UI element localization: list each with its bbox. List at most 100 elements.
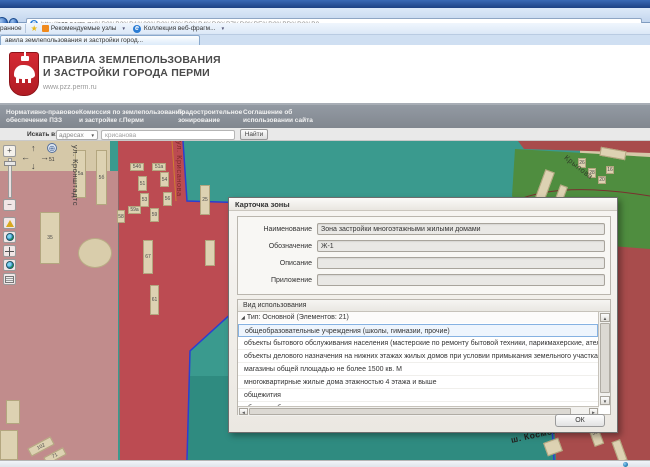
map-building: 16 (606, 166, 614, 174)
perm-coat-of-arms-icon (9, 52, 39, 96)
map-building: 54 (160, 172, 169, 187)
tool-measure-button[interactable] (3, 273, 16, 285)
site-title-line1: ПРАВИЛА ЗЕМЛЕПОЛЬЗОВАНИЯ (43, 54, 221, 67)
field-input-attachment[interactable] (317, 274, 605, 286)
nav-item-agreement[interactable]: Соглашение об использовании сайта (243, 109, 313, 125)
cone-icon (6, 220, 14, 227)
list-item[interactable]: магазины общей площадью не более 1500 кв… (238, 363, 598, 376)
tool-cone-button[interactable] (3, 217, 16, 229)
vertical-scroll-thumb[interactable] (600, 323, 610, 393)
map-search-bar: Искать в: адресах ▼ крисанова Найти (0, 128, 650, 141)
map-building: 61 (150, 285, 159, 315)
status-globe-icon (623, 462, 628, 467)
window-titlebar (0, 0, 650, 8)
zoom-in-button[interactable]: + (3, 145, 16, 157)
favorites-label[interactable]: ранное (0, 25, 22, 32)
field-input-designation[interactable]: Ж-1 (317, 240, 605, 252)
map-number-label: 51 (49, 157, 55, 163)
map-building: 58 (117, 210, 125, 223)
nav-item-normative[interactable]: Нормативно-правовое обеспечение ПЗЗ (6, 109, 79, 125)
horizontal-scroll-thumb[interactable] (249, 408, 571, 415)
overview-globe-icon[interactable]: ⊕ (47, 143, 57, 153)
field-label-designation: Обозначение (238, 243, 312, 250)
list-header: Вид использования (238, 300, 610, 312)
map-building: 5б (96, 150, 107, 205)
scroll-down-icon[interactable]: ▼ (600, 396, 610, 405)
nav-item-zoning[interactable]: Градостроительное зонирование (178, 109, 242, 125)
globe-icon (6, 261, 14, 269)
use-types-list: Вид использования ◢Тип: Основной (Элемен… (237, 299, 611, 415)
search-scope-select[interactable]: адресах ▼ (56, 130, 98, 140)
map-plaza-circle (78, 238, 112, 268)
chevron-down-icon[interactable]: ▼ (221, 26, 225, 31)
list-item[interactable]: общеобразовательные учреждения (школы, г… (238, 324, 598, 337)
zone-fields-panel: Наименование Зона застройки многоэтажным… (237, 216, 611, 295)
chevron-down-icon[interactable]: ▼ (121, 26, 125, 31)
favorites-item-suggested[interactable]: Рекомендуемые узлы (51, 25, 117, 32)
favorites-star-icon[interactable]: ★ (31, 24, 38, 33)
scroll-left-icon[interactable]: ◄ (239, 408, 248, 415)
pan-down-icon[interactable]: ↓ (31, 161, 36, 171)
search-label: Искать в: (27, 131, 57, 138)
tree-expand-icon[interactable]: ◢ (241, 315, 245, 321)
map-building (205, 240, 215, 266)
globe-icon (6, 233, 14, 241)
browser-window: e http://pzz.perm.ru/%D0%B3%D1%80%D0%B0%… (0, 0, 650, 467)
favorites-item-webslices[interactable]: Коллекция веб-фрагм... (144, 25, 216, 32)
tool-globe-button[interactable] (3, 231, 16, 243)
chevron-down-icon: ▼ (91, 133, 95, 138)
scroll-up-icon[interactable]: ▲ (600, 313, 610, 322)
map-building: 54б (130, 163, 144, 171)
zoom-slider-handle[interactable] (4, 161, 16, 166)
favorites-bar: ранное ★ Рекомендуемые узлы ▼ e Коллекция… (0, 23, 650, 35)
street-label-krisanova: ул. Крисанова (175, 141, 184, 197)
ok-button[interactable]: ОК (555, 414, 605, 427)
tool-globe2-button[interactable] (3, 259, 16, 271)
tab-pzz-perm[interactable]: авила землепользования и застройки город… (0, 35, 200, 45)
zone-card-dialog: Карточка зоны Наименование Зона застройк… (228, 197, 618, 433)
map-building: 53 (140, 193, 149, 207)
list-group-row[interactable]: ◢Тип: Основной (Элементов: 21) (238, 312, 598, 323)
ruler-icon (5, 276, 14, 283)
field-label-name: Наименование (238, 226, 312, 233)
pan-up-icon[interactable]: ↑ (31, 143, 36, 153)
field-input-name[interactable]: Зона застройки многоэтажными жилыми дома… (317, 223, 605, 235)
map-building: 25 (200, 185, 210, 215)
search-input[interactable]: крисанова (101, 130, 235, 140)
street-label-kronshtadtskaya: ул. Кронштадтс (71, 145, 80, 206)
tab-bar: авила землепользования и застройки город… (0, 35, 650, 45)
move-icon (5, 247, 14, 256)
field-label-description: Описание (238, 260, 312, 267)
map-building: 56 (163, 192, 172, 206)
tool-move-button[interactable] (3, 245, 16, 257)
ie-icon: e (133, 25, 141, 33)
field-label-attachment: Приложение (238, 277, 312, 284)
map-building (6, 400, 20, 424)
zoom-out-button[interactable]: − (3, 199, 16, 211)
status-bar (0, 460, 650, 467)
list-item[interactable]: объекты делового назначения на нижних эт… (238, 350, 598, 363)
site-header: ПРАВИЛА ЗЕМЛЕПОЛЬЗОВАНИЯ И ЗАСТРОЙКИ ГОР… (0, 45, 650, 103)
list-item[interactable]: многоквартирные жилые дома этажностью 4 … (238, 376, 598, 389)
map-building: 59а (128, 206, 141, 214)
site-title: ПРАВИЛА ЗЕМЛЕПОЛЬЗОВАНИЯ И ЗАСТРОЙКИ ГОР… (43, 54, 221, 80)
address-bar-row: e http://pzz.perm.ru/%D0%B3%D1%80%D0%B0%… (0, 8, 650, 23)
pan-left-icon[interactable]: ← (21, 152, 30, 162)
search-button[interactable]: Найти (240, 129, 268, 140)
vertical-scrollbar[interactable]: ▲ ▼ (598, 312, 610, 406)
field-input-description[interactable] (317, 257, 605, 269)
map-building: 67 (143, 240, 153, 274)
map-building: 51 (138, 176, 147, 191)
list-item[interactable]: объекты бытового обслуживания населения … (238, 337, 598, 350)
map-building: 20 (598, 176, 606, 184)
separator (25, 24, 26, 33)
dialog-title: Карточка зоны (229, 198, 617, 211)
list-item[interactable]: общежития (238, 389, 598, 402)
pan-right-icon[interactable]: → (40, 152, 49, 162)
map-building: 59 (150, 208, 159, 222)
horizontal-scrollbar[interactable]: ◄ ► (238, 406, 599, 416)
map-building: 51а (152, 163, 166, 171)
suggested-sites-icon (42, 25, 49, 32)
nav-item-commission[interactable]: Комиссия по землепользованию и застройке… (79, 109, 185, 125)
site-title-line2: И ЗАСТРОЙКИ ГОРОДА ПЕРМИ (43, 67, 221, 80)
